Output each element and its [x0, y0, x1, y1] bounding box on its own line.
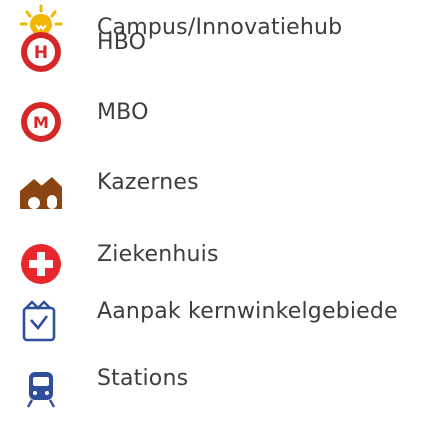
station-icon — [18, 365, 64, 411]
legend-item-kernwinkel: Aanpak kernwinkelgebiede — [0, 240, 446, 342]
legend-item-stations: Stations — [0, 300, 446, 408]
map-legend: Campus/Innovatiehub H HBO M MBO Kazernes… — [0, 0, 446, 437]
legend-label-hbo: HBO — [97, 30, 147, 55]
legend-item-hbo-row: H HBO — [0, 17, 446, 72]
legend-label-stations: Stations — [97, 366, 189, 391]
legend-item-kazernes: Kazernes — [0, 121, 446, 209]
legend-item-ziekenhuis: Ziekenhuis — [0, 175, 446, 284]
svg-text:H: H — [34, 43, 48, 63]
legend-item-mbo: M MBO — [0, 69, 446, 142]
